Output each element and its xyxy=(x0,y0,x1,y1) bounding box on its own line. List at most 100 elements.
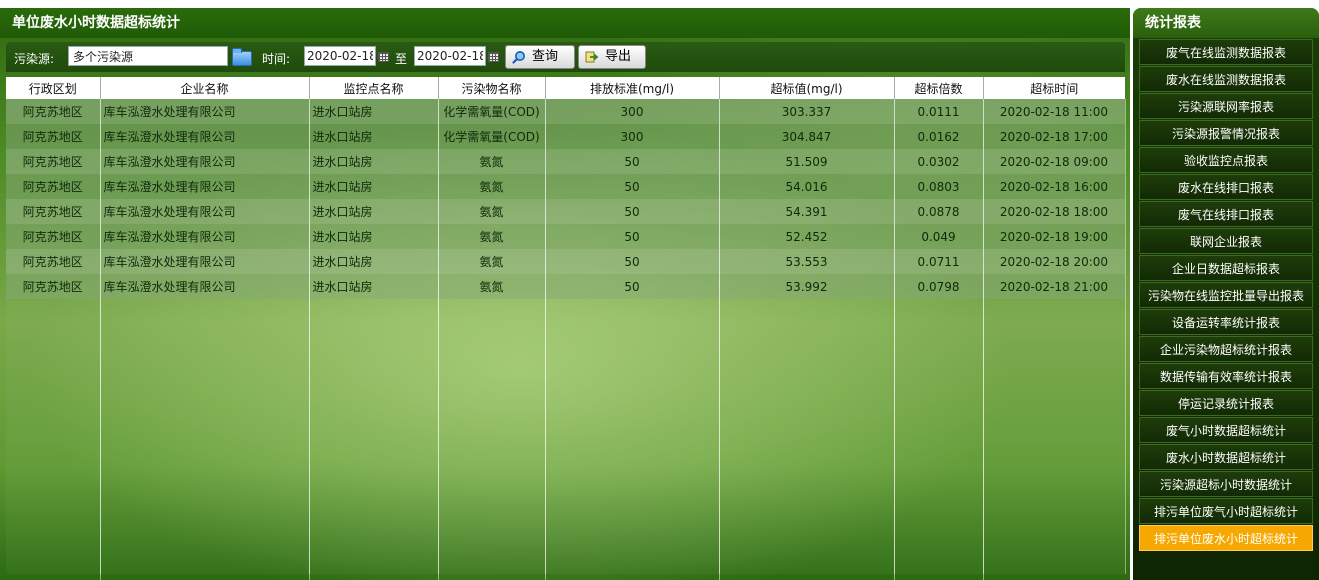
sidebar-item[interactable]: 废气在线监测数据报表 xyxy=(1139,39,1313,65)
sidebar-item[interactable]: 验收监控点报表 xyxy=(1139,147,1313,173)
sidebar-item[interactable]: 污染源超标小时数据统计 xyxy=(1139,471,1313,497)
sidebar-item[interactable]: 设备运转率统计报表 xyxy=(1139,309,1313,335)
sidebar-title: 统计报表 xyxy=(1133,8,1319,38)
empty-cell xyxy=(545,324,720,349)
table-cell: 2020-02-18 16:00 xyxy=(983,174,1126,199)
empty-cell xyxy=(309,524,439,549)
table-cell: 53.553 xyxy=(719,249,895,274)
sidebar-item[interactable]: 企业日数据超标报表 xyxy=(1139,255,1313,281)
empty-cell xyxy=(983,349,1126,374)
export-button[interactable]: 导出 xyxy=(578,45,646,69)
calendar-icon[interactable] xyxy=(488,52,499,62)
table-row[interactable]: 阿克苏地区 库车泓澄水处理有限公司 进水口站房 氨氮 50 53.992 0.0798 202… xyxy=(6,274,1126,299)
sidebar-item[interactable]: 排污单位废水小时超标统计 xyxy=(1139,525,1313,551)
empty-cell xyxy=(100,324,310,349)
table-cell: 50 xyxy=(545,149,720,174)
table-row[interactable]: 阿克苏地区 库车泓澄水处理有限公司 进水口站房 氨氮 50 54.391 0.0878 202… xyxy=(6,199,1126,224)
date-to-input[interactable] xyxy=(414,46,486,66)
table-cell: 化学需氧量(COD) xyxy=(438,124,546,149)
empty-cell xyxy=(100,424,310,449)
table-cell: 进水口站房 xyxy=(309,199,439,224)
empty-cell xyxy=(719,424,895,449)
column-header[interactable]: 污染物名称 xyxy=(438,77,546,99)
empty-row xyxy=(6,449,1126,474)
table-row[interactable]: 阿克苏地区 库车泓澄水处理有限公司 进水口站房 化学需氧量(COD) 300 304.84… xyxy=(6,124,1126,149)
date-from-input[interactable] xyxy=(304,46,376,66)
table-cell: 0.049 xyxy=(894,224,984,249)
table-cell: 0.0878 xyxy=(894,199,984,224)
export-icon xyxy=(585,51,599,63)
pollution-source-input[interactable] xyxy=(68,46,228,66)
empty-cell xyxy=(6,399,101,424)
column-header[interactable]: 超标时间 xyxy=(983,77,1125,99)
table-cell: 304.847 xyxy=(719,124,895,149)
empty-cell xyxy=(6,549,101,574)
table-cell: 0.0798 xyxy=(894,274,984,299)
table-row[interactable]: 阿克苏地区 库车泓澄水处理有限公司 进水口站房 氨氮 50 54.016 0.0803 202… xyxy=(6,174,1126,199)
table-cell: 54.391 xyxy=(719,199,895,224)
sidebar-item[interactable]: 联网企业报表 xyxy=(1139,228,1313,254)
empty-cell xyxy=(100,499,310,524)
column-header[interactable]: 行政区划 xyxy=(6,77,101,99)
table-cell: 氨氮 xyxy=(438,174,546,199)
column-header[interactable]: 排放标准(mg/l) xyxy=(545,77,720,99)
empty-cell xyxy=(438,449,546,474)
empty-cell xyxy=(438,349,546,374)
sidebar-item[interactable]: 排污单位废气小时超标统计 xyxy=(1139,498,1313,524)
empty-cell xyxy=(309,374,439,399)
sidebar-item[interactable]: 废水在线监测数据报表 xyxy=(1139,66,1313,92)
empty-cell xyxy=(983,549,1126,574)
pollution-source-label: 污染源: xyxy=(14,52,55,66)
column-header[interactable]: 监控点名称 xyxy=(309,77,439,99)
table-cell: 库车泓澄水处理有限公司 xyxy=(100,124,310,149)
table-row[interactable]: 阿克苏地区 库车泓澄水处理有限公司 进水口站房 化学需氧量(COD) 300 303.33… xyxy=(6,99,1126,124)
empty-cell xyxy=(309,449,439,474)
table-cell: 2020-02-18 18:00 xyxy=(983,199,1126,224)
table-cell: 进水口站房 xyxy=(309,99,439,124)
empty-row xyxy=(6,474,1126,499)
query-button-label: 查询 xyxy=(532,49,559,64)
table-cell: 化学需氧量(COD) xyxy=(438,99,546,124)
table-row[interactable]: 阿克苏地区 库车泓澄水处理有限公司 进水口站房 氨氮 50 53.553 0.0711 202… xyxy=(6,249,1126,274)
column-header[interactable]: 超标倍数 xyxy=(894,77,984,99)
table-cell: 库车泓澄水处理有限公司 xyxy=(100,174,310,199)
table-cell: 阿克苏地区 xyxy=(6,274,101,299)
sidebar-item[interactable]: 废气小时数据超标统计 xyxy=(1139,417,1313,443)
empty-cell xyxy=(545,474,720,499)
sidebar-item[interactable]: 数据传输有效率统计报表 xyxy=(1139,363,1313,389)
table-cell: 进水口站房 xyxy=(309,249,439,274)
empty-cell xyxy=(545,399,720,424)
sidebar-item[interactable]: 停运记录统计报表 xyxy=(1139,390,1313,416)
table-row[interactable]: 阿克苏地区 库车泓澄水处理有限公司 进水口站房 氨氮 50 52.452 0.049 2020… xyxy=(6,224,1126,249)
table-row[interactable]: 阿克苏地区 库车泓澄水处理有限公司 进水口站房 氨氮 50 51.509 0.0302 202… xyxy=(6,149,1126,174)
empty-row xyxy=(6,524,1126,549)
empty-cell xyxy=(894,349,984,374)
table-cell: 50 xyxy=(545,174,720,199)
query-button[interactable]: 查询 xyxy=(505,45,575,69)
empty-cell xyxy=(100,299,310,324)
folder-icon[interactable] xyxy=(232,48,252,66)
empty-cell xyxy=(983,474,1126,499)
empty-cell xyxy=(545,424,720,449)
empty-row xyxy=(6,424,1126,449)
column-header[interactable]: 企业名称 xyxy=(100,77,310,99)
date-range-separator: 至 xyxy=(395,52,408,66)
table-cell: 2020-02-18 11:00 xyxy=(983,99,1126,124)
table-cell: 2020-02-18 09:00 xyxy=(983,149,1126,174)
column-header[interactable]: 超标值(mg/l) xyxy=(719,77,895,99)
table-cell: 300 xyxy=(545,99,720,124)
calendar-icon[interactable] xyxy=(378,52,389,62)
table-cell: 阿克苏地区 xyxy=(6,174,101,199)
sidebar-item[interactable]: 污染源联网率报表 xyxy=(1139,93,1313,119)
table-cell: 库车泓澄水处理有限公司 xyxy=(100,99,310,124)
empty-cell xyxy=(719,449,895,474)
sidebar-item[interactable]: 污染物在线监控批量导出报表 xyxy=(1139,282,1313,308)
sidebar-item[interactable]: 污染源报警情况报表 xyxy=(1139,120,1313,146)
empty-cell xyxy=(894,499,984,524)
sidebar-item[interactable]: 废水小时数据超标统计 xyxy=(1139,444,1313,470)
empty-cell xyxy=(719,324,895,349)
sidebar-item[interactable]: 废水在线排口报表 xyxy=(1139,174,1313,200)
sidebar-item[interactable]: 企业污染物超标统计报表 xyxy=(1139,336,1313,362)
sidebar-item[interactable]: 废气在线排口报表 xyxy=(1139,201,1313,227)
table-cell: 氨氮 xyxy=(438,249,546,274)
